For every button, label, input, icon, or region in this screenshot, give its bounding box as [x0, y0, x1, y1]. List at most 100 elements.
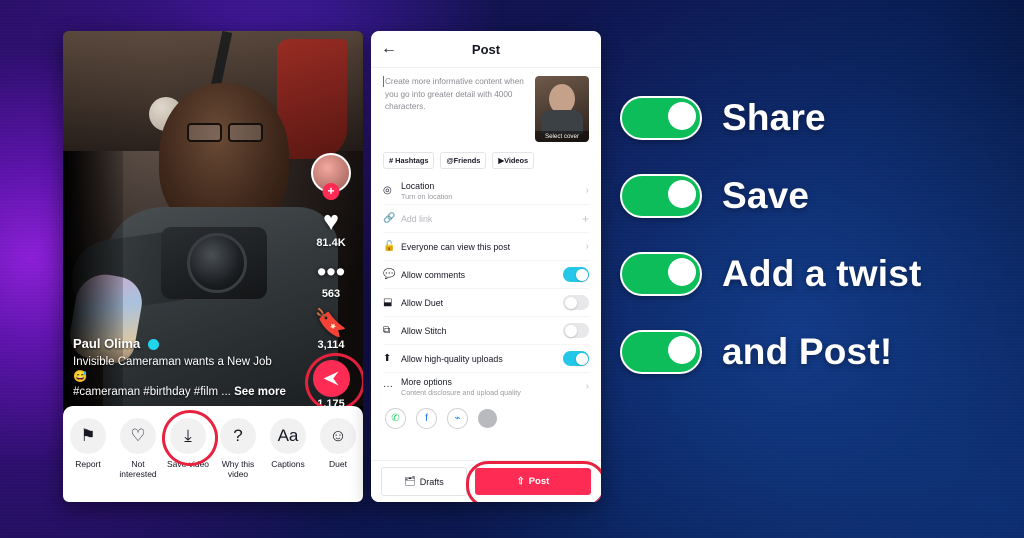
video-hashtags: #cameraman #birthday #film ... See more	[73, 385, 288, 400]
toggle-allow-duet[interactable]	[563, 295, 589, 310]
row-text: Location Turn on location	[401, 181, 586, 201]
heart-icon: ♥	[322, 206, 340, 236]
chip-label: Hashtags	[395, 156, 429, 165]
chevron-right-icon: ›	[585, 381, 589, 392]
post-settings-list: ◎ Location Turn on location › 🔗 Add link…	[383, 177, 589, 400]
sheet-option-label: Duet	[329, 459, 347, 469]
callout-toggle-add-a-twist[interactable]	[620, 252, 702, 296]
messenger-icon[interactable]: ⌁	[447, 408, 468, 429]
row-allow-duet[interactable]: ⬓ Allow Duet	[383, 289, 589, 317]
video-caption-block: Paul Olima Invisible Cameraman wants a N…	[73, 336, 288, 400]
download-icon[interactable]: ⤓	[157, 405, 223, 471]
sheet-option-label: Not interested	[119, 459, 157, 479]
bookmark-button[interactable]: 🔖 3,114	[307, 308, 355, 352]
sheet-option-why-this-video[interactable]: ? Why this video	[213, 418, 263, 479]
sheet-option-label: Report	[75, 459, 101, 469]
toggle-knob	[575, 268, 588, 281]
like-button[interactable]: ♥ 81.4K	[307, 206, 355, 250]
post-body: Create more informative content when you…	[371, 68, 601, 435]
chip-label: Videos	[504, 156, 529, 165]
share-button[interactable]: 1,175	[298, 346, 363, 406]
drafts-label: Drafts	[419, 476, 444, 487]
description-placeholder: Create more informative content when you…	[385, 77, 524, 111]
sheet-option-captions[interactable]: Aa Captions	[263, 418, 313, 469]
video-action-rail: + ♥ 81.4K ••• 563 🔖 3,114 1,175	[298, 153, 363, 406]
chip-label: Friends	[453, 156, 481, 165]
toggle-knob	[668, 258, 696, 286]
lock-open-icon: 🔓	[383, 241, 396, 252]
toggle-allow-comments[interactable]	[563, 267, 589, 282]
chevron-right-icon: ›	[585, 185, 589, 196]
text-caret	[383, 76, 384, 87]
row-high-quality-uploads[interactable]: ⬆ Allow high-quality uploads	[383, 345, 589, 373]
row-allow-comments[interactable]: 💬 Allow comments	[383, 261, 589, 289]
drafts-icon: 🗂	[404, 476, 416, 486]
row-label: Allow Stitch	[401, 325, 447, 336]
callout-row-and-post: and Post!	[620, 330, 1020, 374]
whatsapp-icon[interactable]: ✆	[385, 408, 406, 429]
callout-list: Share Save Add a twist and Post!	[620, 96, 1020, 408]
row-more-options[interactable]: ··· More options Content disclosure and …	[383, 373, 589, 400]
select-cover-thumbnail[interactable]: Select cover	[535, 76, 589, 142]
link-icon: 🔗	[383, 213, 396, 224]
avatar[interactable]: +	[311, 153, 351, 200]
row-label: Allow Duet	[401, 297, 444, 308]
sheet-option-report[interactable]: ⚑ Report	[63, 418, 113, 469]
see-more-link[interactable]: See more	[234, 386, 286, 398]
callout-toggle-and-post[interactable]	[620, 330, 702, 374]
more-share-icon[interactable]	[478, 409, 497, 428]
insert-chips: # Hashtags @Friends ▶Videos	[383, 152, 589, 169]
toggle-knob	[668, 180, 696, 208]
video-author[interactable]: Paul Olima	[73, 336, 288, 351]
row-allow-stitch[interactable]: ⧉ Allow Stitch	[383, 317, 589, 345]
more-options-icon: ···	[383, 381, 393, 392]
bookmark-count: 3,114	[317, 339, 345, 351]
share-button-wrapper[interactable]	[298, 346, 363, 406]
back-icon[interactable]: ←	[381, 40, 397, 58]
chip-videos[interactable]: ▶Videos	[492, 152, 535, 169]
toggle-knob	[564, 296, 577, 309]
callout-toggle-share[interactable]	[620, 96, 702, 140]
comment-button[interactable]: ••• 563	[307, 257, 355, 301]
video-hashtag-text: #cameraman #birthday #film ...	[73, 386, 231, 398]
callout-row-add-a-twist: Add a twist	[620, 252, 1020, 296]
screenshot-stage: + ♥ 81.4K ••• 563 🔖 3,114 1,175 Paul Oli…	[0, 0, 1024, 538]
facebook-icon[interactable]: f	[416, 408, 437, 429]
stitch-icon: ⧉	[383, 325, 391, 336]
chip-friends[interactable]: @Friends	[440, 152, 487, 169]
video-camera-prop	[161, 227, 267, 299]
row-text: More options Content disclosure and uplo…	[401, 377, 586, 397]
video-description: Invisible Cameraman wants a New Job 😅	[73, 356, 272, 383]
chip-hashtags[interactable]: # Hashtags	[383, 152, 435, 169]
callout-toggle-save[interactable]	[620, 174, 702, 218]
video-player[interactable]: + ♥ 81.4K ••• 563 🔖 3,114 1,175 Paul Oli…	[63, 31, 363, 406]
row-location[interactable]: ◎ Location Turn on location ›	[383, 177, 589, 205]
description-row: Create more informative content when you…	[383, 76, 589, 142]
bookmark-icon: 🔖	[314, 308, 348, 338]
toggle-allow-stitch[interactable]	[563, 323, 589, 338]
flag-icon: ⚑	[70, 418, 106, 454]
description-input[interactable]: Create more informative content when you…	[383, 76, 527, 142]
broken-heart-icon: ♡	[120, 418, 156, 454]
row-sublabel: Turn on location	[401, 191, 453, 201]
post-button-wrapper: ⇧ Post	[466, 461, 601, 502]
chevron-right-icon: ›	[585, 241, 589, 252]
toggle-knob	[668, 336, 696, 364]
question-icon: ?	[220, 418, 256, 454]
location-icon: ◎	[383, 185, 392, 196]
post-header: ← Post	[371, 31, 601, 68]
plus-icon[interactable]: +	[582, 212, 589, 226]
sheet-option-label: Why this video	[221, 459, 255, 479]
row-sublabel: Content disclosure and upload quality	[401, 387, 521, 397]
drafts-button[interactable]: 🗂 Drafts	[381, 467, 467, 496]
sheet-option-duet[interactable]: ☺ Duet	[313, 418, 363, 469]
sheet-option-save-video[interactable]: ⤓ Save video	[157, 405, 223, 471]
page-title: Post	[471, 41, 501, 57]
sheet-option-not-interested[interactable]: ♡ Not interested	[113, 418, 163, 479]
toggle-high-quality-uploads[interactable]	[563, 351, 589, 366]
phone-video-panel: + ♥ 81.4K ••• 563 🔖 3,114 1,175 Paul Oli…	[63, 31, 363, 502]
follow-button[interactable]: +	[322, 183, 340, 200]
comment-icon: •••	[316, 257, 346, 287]
row-visibility[interactable]: 🔓 Everyone can view this post ›	[383, 233, 589, 261]
row-add-link[interactable]: 🔗 Add link +	[383, 205, 589, 233]
